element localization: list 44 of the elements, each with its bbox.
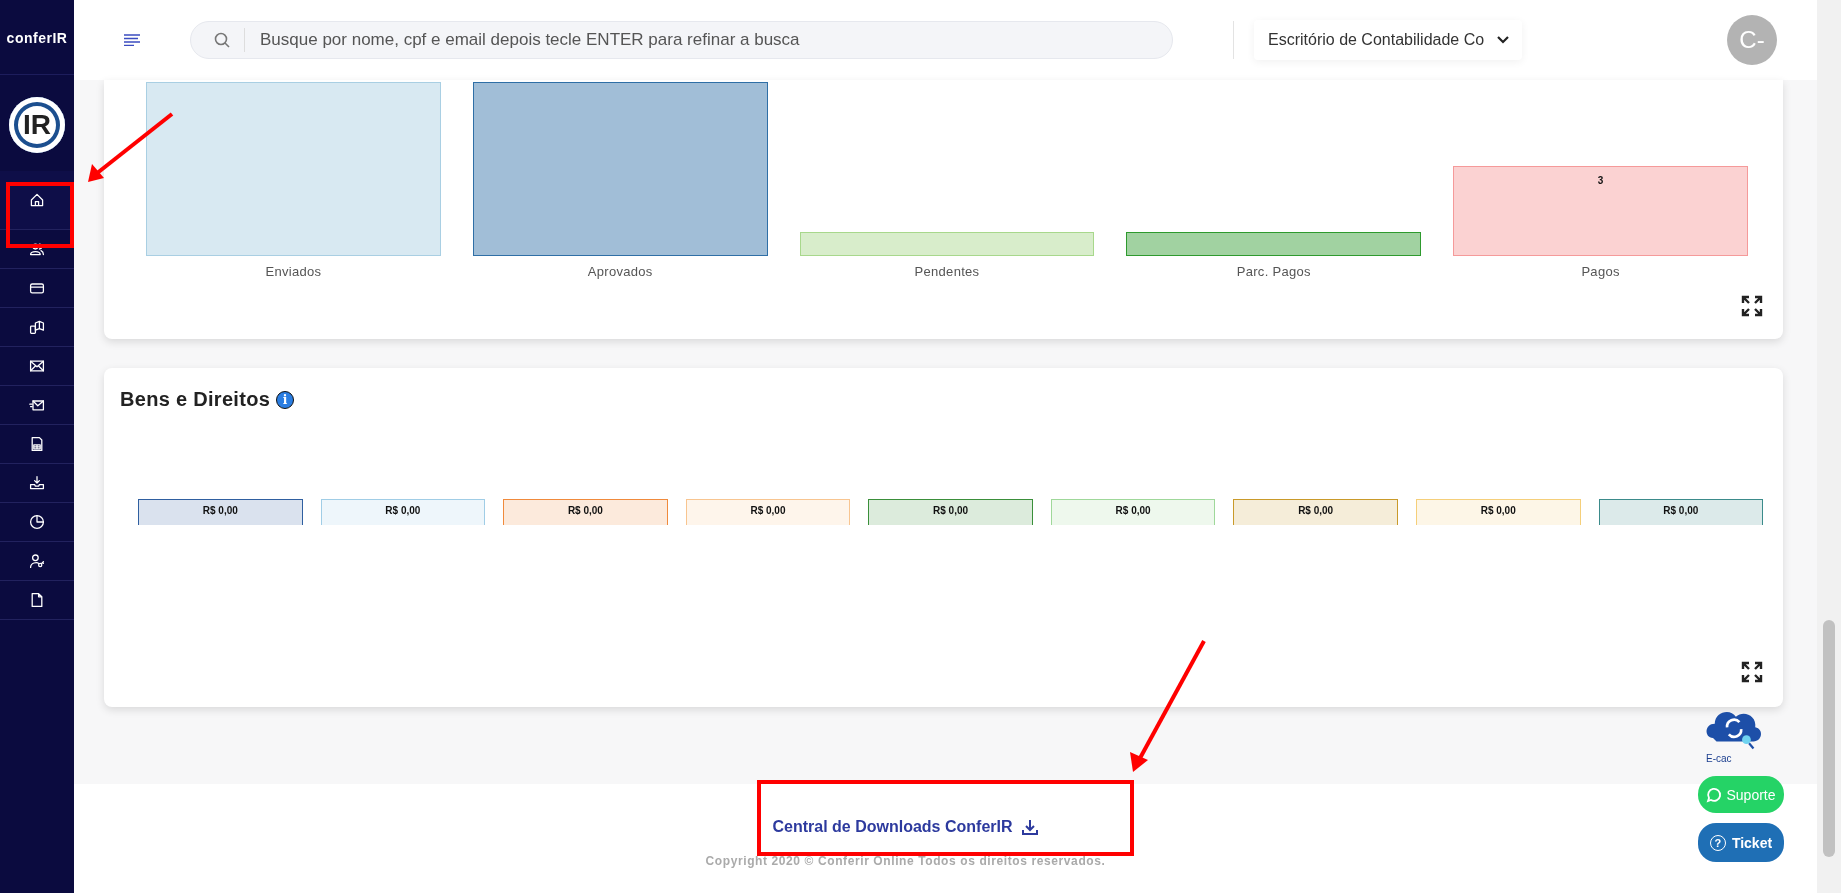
info-icon[interactable]: i [276, 390, 295, 409]
value-bar: R$ 0,00 [1598, 499, 1764, 525]
logo-text: conferIR [6, 29, 68, 48]
ecac-label: E-cac [1706, 753, 1732, 764]
expand-icon[interactable] [1741, 661, 1763, 683]
axis-label: Enviados [264, 264, 323, 279]
value-bar: R$ 0,00 [503, 499, 668, 525]
mail-icon [29, 358, 45, 374]
chevron-down-icon [1496, 35, 1511, 45]
axis-label: Parc. Pagos [1235, 264, 1312, 279]
pie-icon [29, 514, 45, 530]
value-bar: R$ 0,00 [1050, 499, 1216, 525]
office-dropdown[interactable]: Escritório de Contabilidade Co [1254, 20, 1523, 60]
value-bar: R$ 0,00 [1233, 499, 1398, 525]
axis-label: Aprovados [586, 264, 654, 279]
value-bar: R$ 0,00 [138, 499, 303, 525]
download-icon [1020, 818, 1039, 836]
search-field[interactable]: Busque por nome, cpf e email depois tecle ENTER para refinar a busca [190, 21, 1173, 59]
card-title: Bens e Direitos [120, 388, 271, 411]
spreadsheet-icon [29, 436, 45, 452]
inbox-download-icon [29, 475, 45, 491]
value-bar: R$ 0,00 [685, 499, 851, 525]
calculator-book-icon [29, 319, 45, 335]
annotation-box [6, 182, 74, 248]
search-icon [214, 32, 230, 48]
chart-bar: 3 [1453, 166, 1748, 256]
copyright-text: Copyright 2020 © Conferir Online Todos os direitos reservados. [705, 854, 1106, 868]
file-icon [29, 592, 45, 608]
value-bar: R$ 0,00 [320, 499, 486, 525]
logo-badge: IR [9, 97, 65, 153]
expand-icon[interactable] [1741, 295, 1763, 317]
chat-icon [1706, 786, 1723, 803]
card-icon [29, 280, 45, 296]
user-key-icon [29, 553, 45, 569]
axis-label: Pagos [1580, 264, 1621, 279]
downloads-link[interactable]: Central de Downloads ConferIR [772, 818, 1039, 836]
scrollbar[interactable] [1817, 0, 1841, 893]
home-icon [29, 192, 45, 208]
ticket-button[interactable]: ? Ticket [1698, 823, 1784, 862]
menu-icon[interactable] [124, 34, 140, 46]
axis-label: Pendentes [913, 264, 981, 279]
value-bar: R$ 0,00 [868, 499, 1033, 525]
mail-send-icon [29, 397, 45, 413]
value-bar: R$ 0,00 [1415, 499, 1581, 525]
